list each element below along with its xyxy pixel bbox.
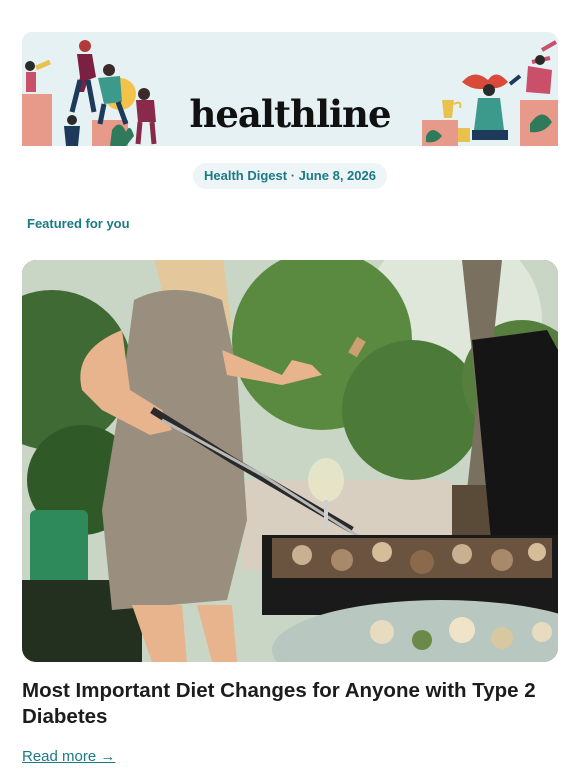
header-banner: healthline <box>22 32 558 146</box>
healthline-logo[interactable]: healthline <box>22 96 558 133</box>
photo-woman-grilling-icon <box>22 260 558 662</box>
section-label: Featured for you <box>27 216 130 231</box>
email-container: healthline Health Digest · June 8, 2026 … <box>0 0 580 774</box>
article-image[interactable] <box>22 260 558 662</box>
read-more-link[interactable]: Read more → <box>22 748 115 765</box>
newsletter-date-badge: Health Digest · June 8, 2026 <box>193 163 387 189</box>
article-headline[interactable]: Most Important Diet Changes for Anyone w… <box>22 678 562 730</box>
